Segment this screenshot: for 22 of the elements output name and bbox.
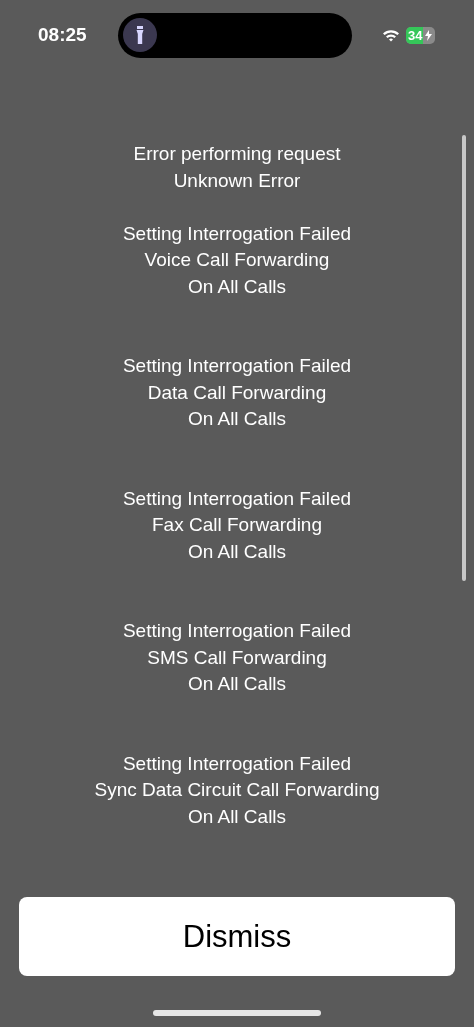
battery-level: 34: [406, 26, 424, 44]
message-line: Fax Call Forwarding: [151, 513, 323, 537]
message-line: SMS Call Forwarding: [146, 645, 328, 670]
message-line: Setting Interrogation Failed: [121, 221, 353, 246]
message-line: Setting Interrogation Failed: [121, 354, 353, 378]
message-line: On All Calls: [186, 539, 288, 564]
message-line: Voice Call Forwarding: [143, 248, 331, 272]
message-line: On All Calls: [186, 274, 288, 299]
message-line: Setting Interrogation Failed: [121, 486, 353, 511]
wifi-icon: [382, 28, 400, 42]
message-line: Unknown Error: [172, 168, 302, 193]
message-line: Error performing request: [132, 142, 342, 166]
message-line: Data Call Forwarding: [146, 380, 328, 405]
message-line: On All Calls: [186, 804, 288, 829]
flashlight-icon: [122, 17, 158, 53]
dismiss-button[interactable]: Dismiss: [19, 897, 455, 976]
message-line: On All Calls: [186, 672, 288, 696]
message-line: On All Calls: [186, 407, 288, 431]
message-line: Sync Data Circuit Call Forwarding: [93, 778, 381, 802]
message-line: Setting Interrogation Failed: [121, 619, 353, 643]
message-line: Setting Interrogation Failed: [121, 751, 353, 776]
clock: 08:25: [38, 24, 88, 46]
